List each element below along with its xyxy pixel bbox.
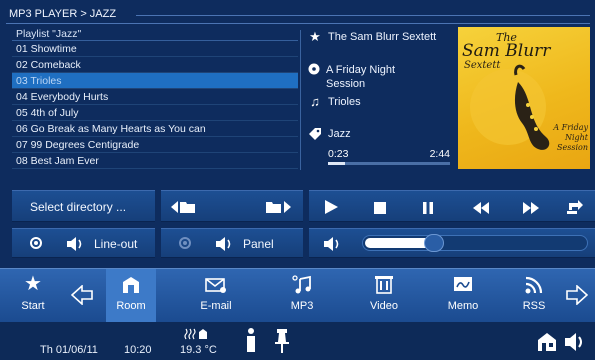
playlist-track[interactable]: 08 Best Jam Ever xyxy=(12,153,298,169)
playlist-track-selected[interactable]: 03 Trioles xyxy=(12,73,298,89)
fast-forward-icon[interactable] xyxy=(523,201,539,219)
artist-name: The Sam Blurr Sextett xyxy=(328,31,437,43)
nav-video[interactable]: Video xyxy=(360,269,408,323)
back-arrow-icon xyxy=(64,269,100,306)
speaker-icon xyxy=(66,236,84,257)
status-bar: Th 01/06/11 10:20 19.3 °C xyxy=(0,322,595,360)
playlist-track[interactable]: 07 99 Degrees Centigrade xyxy=(12,137,298,153)
volume-slider[interactable] xyxy=(362,234,588,252)
repeat-icon[interactable] xyxy=(566,199,584,220)
album-cover: The Sam Blurr Sextett A Friday Night Ses… xyxy=(458,27,590,169)
elapsed-time: 0:23 xyxy=(328,148,349,160)
home-icon[interactable] xyxy=(536,332,558,355)
panel-radio[interactable] xyxy=(179,237,191,249)
nav-back[interactable] xyxy=(64,269,100,323)
nav-room[interactable]: Room xyxy=(106,269,156,323)
playlist-track[interactable]: 05 4th of July xyxy=(12,105,298,121)
tag-icon xyxy=(308,127,322,141)
album-row: A Friday Night Session xyxy=(308,63,418,91)
star-icon: ★ xyxy=(24,273,42,295)
album-name: A Friday Night Session xyxy=(326,64,396,90)
total-time: 2:44 xyxy=(429,148,450,160)
line-out-option[interactable]: Line-out xyxy=(12,228,155,258)
track-name: Trioles xyxy=(328,96,361,108)
navigation-bar: ★ Start Room E-mail MP3 Video Memo RSS xyxy=(0,268,595,323)
volume-slider-fill xyxy=(365,238,430,248)
music-icon xyxy=(278,269,326,299)
status-time: 10:20 xyxy=(124,344,152,356)
nav-label: Start xyxy=(21,300,45,312)
breadcrumb: MP3 PLAYER > JAZZ xyxy=(6,6,590,24)
playlist-track[interactable]: 04 Everybody Hurts xyxy=(12,89,298,105)
nav-label: Memo xyxy=(447,300,479,312)
panel-label: Panel xyxy=(243,237,274,251)
stop-icon[interactable] xyxy=(374,201,386,219)
heating-icon xyxy=(184,328,210,343)
play-icon[interactable] xyxy=(323,199,339,220)
breadcrumb-text: MP3 PLAYER > JAZZ xyxy=(9,8,123,20)
title-divider xyxy=(136,15,590,16)
nav-label: RSS xyxy=(522,300,546,312)
line-out-label: Line-out xyxy=(94,237,138,251)
artist-row: ★ The Sam Blurr Sextett xyxy=(308,30,436,44)
next-folder-icon[interactable] xyxy=(265,199,291,220)
film-icon xyxy=(360,269,408,299)
nav-email[interactable]: E-mail xyxy=(186,269,246,323)
select-directory-button[interactable]: Select directory ... xyxy=(12,190,155,222)
previous-folder-icon[interactable] xyxy=(171,199,197,220)
room-icon xyxy=(106,269,156,299)
select-directory-label: Select directory ... xyxy=(30,200,127,214)
nav-mp3[interactable]: MP3 xyxy=(278,269,326,323)
playlist-track[interactable]: 02 Comeback xyxy=(12,57,298,73)
music-note-icon: ♫ xyxy=(310,94,320,109)
nav-forward[interactable] xyxy=(560,269,594,323)
album-art-text: Sextett xyxy=(464,60,501,71)
track-progress-bar[interactable] xyxy=(328,162,450,165)
genre-name: Jazz xyxy=(328,128,351,140)
now-playing-info: ★ The Sam Blurr Sextett A Friday Night S… xyxy=(308,27,453,177)
speaker-icon xyxy=(215,236,233,257)
playlist-title: Playlist "Jazz" xyxy=(12,27,298,41)
nav-label: E-mail xyxy=(200,300,232,312)
track-row: ♫ Trioles xyxy=(308,94,361,109)
genre-row: Jazz xyxy=(308,127,351,141)
status-date: Th 01/06/11 xyxy=(40,344,98,356)
volume-icon xyxy=(323,236,341,257)
rewind-icon[interactable] xyxy=(473,201,489,219)
nav-memo[interactable]: Memo xyxy=(438,269,488,323)
album-art-text: Sam Blurr xyxy=(462,41,551,61)
nav-start[interactable]: ★ Start xyxy=(8,269,58,323)
panel-option[interactable]: Panel xyxy=(161,228,303,258)
folder-nav-group xyxy=(161,190,303,222)
line-out-radio[interactable] xyxy=(30,237,42,249)
volume-slider-handle[interactable] xyxy=(424,234,444,252)
playlist-track[interactable]: 06 Go Break as Many Hearts as You can xyxy=(12,121,298,137)
forward-arrow-icon xyxy=(560,269,594,306)
playback-controls xyxy=(309,190,595,222)
album-art-text: A Friday Night Session xyxy=(553,123,588,152)
playlist-track[interactable]: 01 Showtime xyxy=(12,41,298,57)
info-icon[interactable] xyxy=(244,328,258,357)
playlist-panel: Playlist "Jazz" 01 Showtime 02 Comeback … xyxy=(12,27,298,177)
nav-label: Room xyxy=(116,300,146,312)
pause-icon[interactable] xyxy=(422,201,434,219)
speaker-icon[interactable] xyxy=(564,332,586,355)
rss-icon xyxy=(512,269,556,299)
star-icon: ★ xyxy=(309,29,321,44)
email-icon xyxy=(186,269,246,299)
disc-icon xyxy=(308,63,320,77)
pin-icon[interactable] xyxy=(274,328,290,357)
nav-label: MP3 xyxy=(290,300,314,312)
status-temperature: 19.3 °C xyxy=(180,344,217,356)
memo-icon xyxy=(438,269,488,299)
track-progress-fill xyxy=(328,162,346,165)
panel-divider xyxy=(300,30,301,170)
nav-rss[interactable]: RSS xyxy=(512,269,556,323)
nav-label: Video xyxy=(370,300,398,312)
